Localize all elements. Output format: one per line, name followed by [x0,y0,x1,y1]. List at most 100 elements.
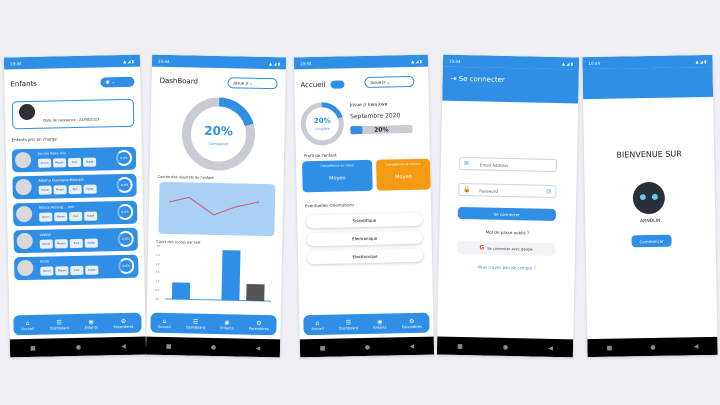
progress-value: 20% [313,116,331,126]
system-nav-bar: ■ ● ◀ [9,336,147,358]
nav-parametres[interactable]: ⚙ Paramètres [402,317,422,328]
bottom-nav: ⌂ Accueil ☰ Dashboard ◉ Enfants ⚙ Paramètres [303,312,430,336]
y-axis-labels: 3.0 2.5 2.0 1.5 1.0 0.5 0.0 [155,244,161,301]
bar [171,282,191,300]
welcome-title: BIENVENUE SUR [616,149,682,160]
password-field[interactable]: 🔒 Password ◎ [458,182,557,199]
nav-accueil[interactable]: ⌂ Accueil [21,319,34,330]
nav-enfants[interactable]: ◉ Enfants [84,318,98,329]
forgot-password-link[interactable]: Mot de passe oublié ? [439,229,575,237]
recent-apps-icon[interactable]: ■ [320,344,326,351]
back-icon[interactable]: ◀ [694,343,699,350]
avatar [15,205,33,223]
user-dropdown[interactable]: Josue Jr ⌄ [364,75,415,88]
system-nav-bar: ■ ● ◀ [587,336,718,358]
results-line-chart [158,181,276,237]
google-login-button[interactable]: G Se connecter avec google [456,240,556,256]
progress-value: 20% [204,123,234,139]
page-title: DashBoard [159,76,199,86]
avatar [15,178,32,196]
back-icon[interactable]: ◀ [548,344,553,351]
status-bar: 10:44 ▲ ◢ ▮ [3,54,141,70]
home-button-icon[interactable]: ● [503,343,508,350]
child-date: Septembre 2020 [350,112,401,121]
nav-parametres[interactable]: ⚙ Paramètres [113,317,134,328]
user-dropdown[interactable]: Josue Jr ⌄ [227,77,278,90]
chevron-down-icon: ⌄ [386,79,390,85]
recent-apps-icon[interactable]: ■ [457,342,463,349]
bottom-nav: ⌂ Accueil ☰ Dashboard ◉ Enfants ⚙ Paramètres [13,312,142,336]
scores-bar-chart [165,250,272,302]
nav-enfants[interactable]: ◉ Enfants [220,319,233,330]
screen-accueil: 10:44 ▲ ◢ ▮ Accueil Josue Jr ⌄ 20% Complé… [293,54,435,358]
list-item[interactable]: Ntoua Assang .. doh Aucun Moyen Fort Faible… [12,200,138,227]
screen-dashboard: 10:44 ▲ ◢ ▮ DashBoard Josue Jr ⌄ 20% Comp… [145,54,287,358]
recent-apps-icon[interactable]: ■ [166,342,172,349]
child-name: Josue jr kwa kwa [349,102,388,109]
eye-off-icon[interactable]: ◎ [546,188,551,195]
login-button[interactable]: Se connecter [457,206,556,222]
child-birthdate: Date de naissance : 22/08/2023 [43,117,100,123]
nav-enfants[interactable]: ◉ Enfants [373,318,386,329]
nav-dashboard[interactable]: ☰ Dashboard [50,319,69,330]
robot-avatar-icon [18,103,36,121]
chart1-title: Courbe des résultats de l'enfant [157,174,214,180]
list-item[interactable]: hhhh Aucun Moyen Fort Faible 0.0% [14,254,139,281]
selected-child-card[interactable]: Date de naissance : 22/08/2023 [11,98,135,130]
app-bar [582,66,714,100]
home-button-icon[interactable]: ● [76,343,81,350]
recent-apps-icon[interactable]: ■ [606,344,612,351]
email-field[interactable]: ✉ Email Address [458,156,557,173]
orientation-item[interactable]: Scientifique [306,212,423,229]
app-bar: ⇥ Se connecter [442,66,579,104]
email-icon: ✉ [463,160,469,168]
avatar [14,151,32,169]
home-button-icon[interactable]: ● [365,343,370,350]
list-item[interactable]: ppppp Aucun Moyen Fort Faible 0.0% [13,227,138,254]
brand-name: ARNOLIN [640,218,661,225]
progress-bar-label: 20% [374,126,389,134]
nav-dashboard[interactable]: ☰ DashBoard [186,318,205,329]
screen-enfants: 10:44 ▲ ◢ ▮ Enfants ◉ ⌄ Date de naissance… [3,54,147,358]
list-item[interactable]: Jorune Kesa Ivia Aucun Moyen Fort Faible 0.… [11,146,137,173]
nav-accueil[interactable]: ⌂ Accueil [158,317,171,328]
skill-card-lecture[interactable]: Compétence en lecture Moyen [376,158,431,191]
chart2-title: Cours des scores par test [156,239,201,245]
bottom-nav: ⌂ Accueil ☰ DashBoard ◉ Enfants ⚙ Paramètres [150,312,277,336]
google-icon: G [479,244,485,252]
language-dropdown[interactable]: ◉ ⌄ [100,76,135,88]
status-bar: 10:44 ▲ ◢ ▮ [151,54,287,70]
screen-login: 10:44 ▲ ◢ ▮ ⇥ Se connecter ✉ Email Address… [436,54,580,358]
system-nav-bar: ■ ● ◀ [145,336,281,358]
nav-dashboard[interactable]: ☰ Dashboard [339,319,358,330]
back-icon[interactable]: ◀ [409,342,414,349]
avatar [17,259,34,277]
page-title: Enfants [10,79,37,89]
list-item[interactable]: Adama Ousmane Mamadi Aucun Moyen Fort Faibl… [12,173,137,200]
back-arrow-icon[interactable] [330,80,345,89]
home-button-icon[interactable]: ● [211,343,216,350]
orientation-item[interactable]: Electronique [306,248,424,265]
chart-background [158,181,276,237]
robot-eye-icon [639,194,646,201]
page-title: Accueil [300,80,326,90]
start-button[interactable]: Commencer [631,234,672,248]
avatar [16,232,33,250]
recent-apps-icon[interactable]: ■ [30,344,36,351]
chevron-down-icon: ⌄ [249,80,254,86]
chevron-down-icon: ◉ ⌄ [105,79,116,86]
back-icon[interactable]: ◀ [121,342,126,349]
bar [246,283,265,302]
signup-link[interactable]: Vous n'avez pas de compte ? [439,264,575,272]
orientations-title: Eventuelles Orientations [304,202,355,209]
system-nav-bar: ■ ● ◀ [436,336,574,358]
home-button-icon[interactable]: ● [650,343,655,350]
section-title: Enfants pris en charge [11,136,57,143]
nav-parametres[interactable]: ⚙ Paramètres [249,319,269,330]
nav-accueil[interactable]: ⌂ Accueil [311,319,324,330]
orientation-item[interactable]: Electronique [306,230,423,247]
robot-logo-icon [632,181,666,215]
skill-card-calcul[interactable]: Compétence en calcul Moyen [302,159,373,193]
back-icon[interactable]: ◀ [256,344,261,351]
bar [221,250,241,301]
